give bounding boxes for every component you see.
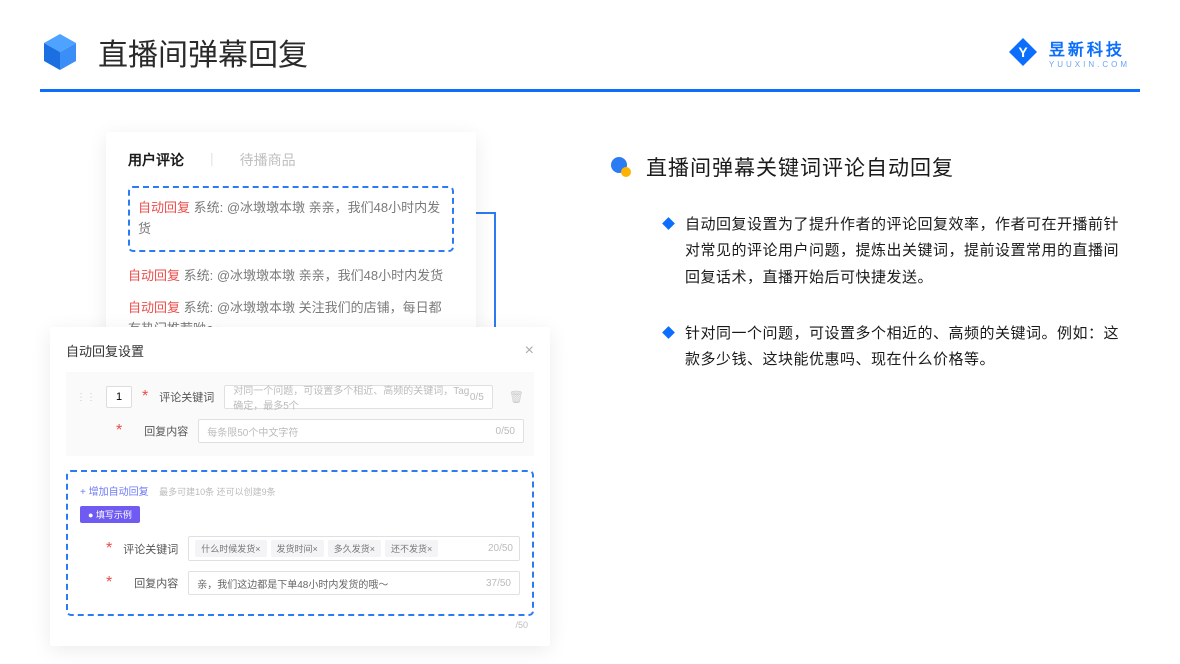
right-column: 直播间弹幕关键词评论自动回复 自动回复设置为了提升作者的评论回复效率，作者可在开… — [610, 132, 1130, 403]
keyword-row: ⋮⋮ * 评论关键词 对同一个问题，可设置多个相近、高频的关键词，Tag确定，最… — [76, 380, 524, 414]
keyword-label: 评论关键词 — [158, 389, 214, 405]
example-tag: ● 填写示例 — [80, 506, 140, 523]
content-count: 0/50 — [496, 426, 515, 437]
add-row: + 增加自动回复 最多可建10条 还可以创建9条 — [80, 482, 520, 500]
close-icon[interactable]: × — [525, 342, 534, 360]
bubble-icon — [610, 156, 632, 178]
required-star: * — [142, 388, 148, 406]
keyword-chip[interactable]: 发货时间× — [271, 540, 324, 557]
bullet-item: 针对同一个问题，可设置多个相近的、高频的关键词。例如：这款多少钱、这块能优惠吗、… — [610, 321, 1130, 374]
diamond-icon — [662, 217, 675, 230]
modal-header: 自动回复设置 × — [66, 341, 534, 372]
bullet-text: 自动回复设置为了提升作者的评论回复效率，作者可在开播前针对常见的评论用户问题，提… — [685, 212, 1130, 291]
diamond-icon — [662, 326, 675, 339]
required-star: * — [116, 422, 122, 440]
keyword-chip[interactable]: 什么时候发货× — [195, 540, 266, 557]
ex-content-input[interactable]: 亲，我们这边都是下单48小时内发货的哦～ 37/50 — [188, 571, 520, 595]
ex-content-label: 回复内容 — [122, 575, 178, 591]
example-keyword-row: * 评论关键词 什么时候发货× 发货时间× 多久发货× 还不发货× 20/50 — [80, 531, 520, 566]
brand-text: 昱新科技 YUUXIN.COM — [1049, 36, 1130, 69]
auto-reply-tag: 自动回复 — [128, 268, 180, 283]
ex-keyword-input[interactable]: 什么时候发货× 发货时间× 多久发货× 还不发货× 20/50 — [188, 536, 520, 561]
required-star: * — [106, 574, 112, 592]
header: 直播间弹幕回复 Y 昱新科技 YUUXIN.COM — [0, 0, 1180, 89]
add-hint: 最多可建10条 还可以创建9条 — [159, 487, 276, 497]
outer-count: /50 — [66, 616, 534, 630]
modal-title: 自动回复设置 — [66, 341, 144, 360]
auto-reply-tag: 自动回复 — [138, 200, 190, 215]
brand-name-en: YUUXIN.COM — [1049, 60, 1130, 69]
drag-handle-icon[interactable]: ⋮⋮ — [76, 392, 96, 403]
delete-icon[interactable]: 🗑 — [509, 390, 524, 404]
keyword-chip[interactable]: 多久发货× — [328, 540, 381, 557]
order-input[interactable] — [106, 386, 132, 408]
keyword-input[interactable]: 对同一个问题，可设置多个相近、高频的关键词，Tag确定，最多5个 0/5 — [224, 385, 493, 409]
page-title: 直播间弹幕回复 — [98, 30, 308, 74]
bullet-text: 针对同一个问题，可设置多个相近的、高频的关键词。例如：这款多少钱、这块能优惠吗、… — [685, 321, 1130, 374]
settings-block: ⋮⋮ * 评论关键词 对同一个问题，可设置多个相近、高频的关键词，Tag确定，最… — [66, 372, 534, 456]
tab-pending-products[interactable]: 待播商品 — [240, 150, 296, 170]
ex-content-count: 37/50 — [486, 578, 511, 589]
tab-user-comments[interactable]: 用户评论 — [128, 150, 184, 170]
svg-text:Y: Y — [1018, 44, 1028, 60]
content: 用户评论 | 待播商品 自动回复 系统: @冰墩墩本墩 亲亲，我们48小时内发货… — [0, 92, 1180, 403]
tab-divider: | — [210, 150, 214, 170]
cube-icon — [40, 32, 80, 72]
brand: Y 昱新科技 YUUXIN.COM — [1007, 36, 1130, 69]
chip-row: 什么时候发货× 发货时间× 多久发货× 还不发货× — [195, 540, 438, 557]
keyword-count: 0/5 — [470, 392, 484, 403]
comment-row: 自动回复 系统: @冰墩墩本墩 亲亲，我们48小时内发货 — [128, 266, 454, 287]
tabs: 用户评论 | 待播商品 — [128, 150, 454, 170]
highlighted-comment: 自动回复 系统: @冰墩墩本墩 亲亲，我们48小时内发货 — [128, 186, 454, 252]
comment-row: 自动回复 系统: @冰墩墩本墩 亲亲，我们48小时内发货 — [138, 198, 444, 240]
ex-keyword-count: 20/50 — [488, 543, 513, 554]
content-label: 回复内容 — [132, 423, 188, 439]
keyword-chip[interactable]: 还不发货× — [385, 540, 438, 557]
example-content-row: * 回复内容 亲，我们这边都是下单48小时内发货的哦～ 37/50 — [80, 566, 520, 600]
settings-modal: 自动回复设置 × ⋮⋮ * 评论关键词 对同一个问题，可设置多个相近、高频的关键… — [50, 327, 550, 646]
right-title: 直播间弹幕关键词评论自动回复 — [646, 152, 954, 182]
add-auto-reply-link[interactable]: + 增加自动回复 — [80, 487, 149, 498]
keyword-placeholder: 对同一个问题，可设置多个相近、高频的关键词，Tag确定，最多5个 — [233, 382, 470, 412]
ex-content-value: 亲，我们这边都是下单48小时内发货的哦～ — [197, 576, 388, 591]
auto-reply-tag: 自动回复 — [128, 300, 180, 315]
required-star: * — [106, 540, 112, 558]
comment-text: 系统: @冰墩墩本墩 亲亲，我们48小时内发货 — [180, 268, 443, 283]
ex-keyword-label: 评论关键词 — [122, 541, 178, 557]
left-column: 用户评论 | 待播商品 自动回复 系统: @冰墩墩本墩 亲亲，我们48小时内发货… — [50, 132, 560, 403]
example-block: + 增加自动回复 最多可建10条 还可以创建9条 ● 填写示例 * 评论关键词 … — [66, 470, 534, 616]
header-left: 直播间弹幕回复 — [40, 30, 308, 74]
right-heading: 直播间弹幕关键词评论自动回复 — [610, 152, 1130, 182]
content-row: * 回复内容 每条限50个中文字符 0/50 — [76, 414, 524, 448]
brand-name-cn: 昱新科技 — [1049, 36, 1130, 60]
bullet-item: 自动回复设置为了提升作者的评论回复效率，作者可在开播前针对常见的评论用户问题，提… — [610, 212, 1130, 291]
content-input[interactable]: 每条限50个中文字符 0/50 — [198, 419, 524, 443]
brand-icon: Y — [1007, 36, 1039, 68]
content-placeholder: 每条限50个中文字符 — [207, 424, 298, 439]
